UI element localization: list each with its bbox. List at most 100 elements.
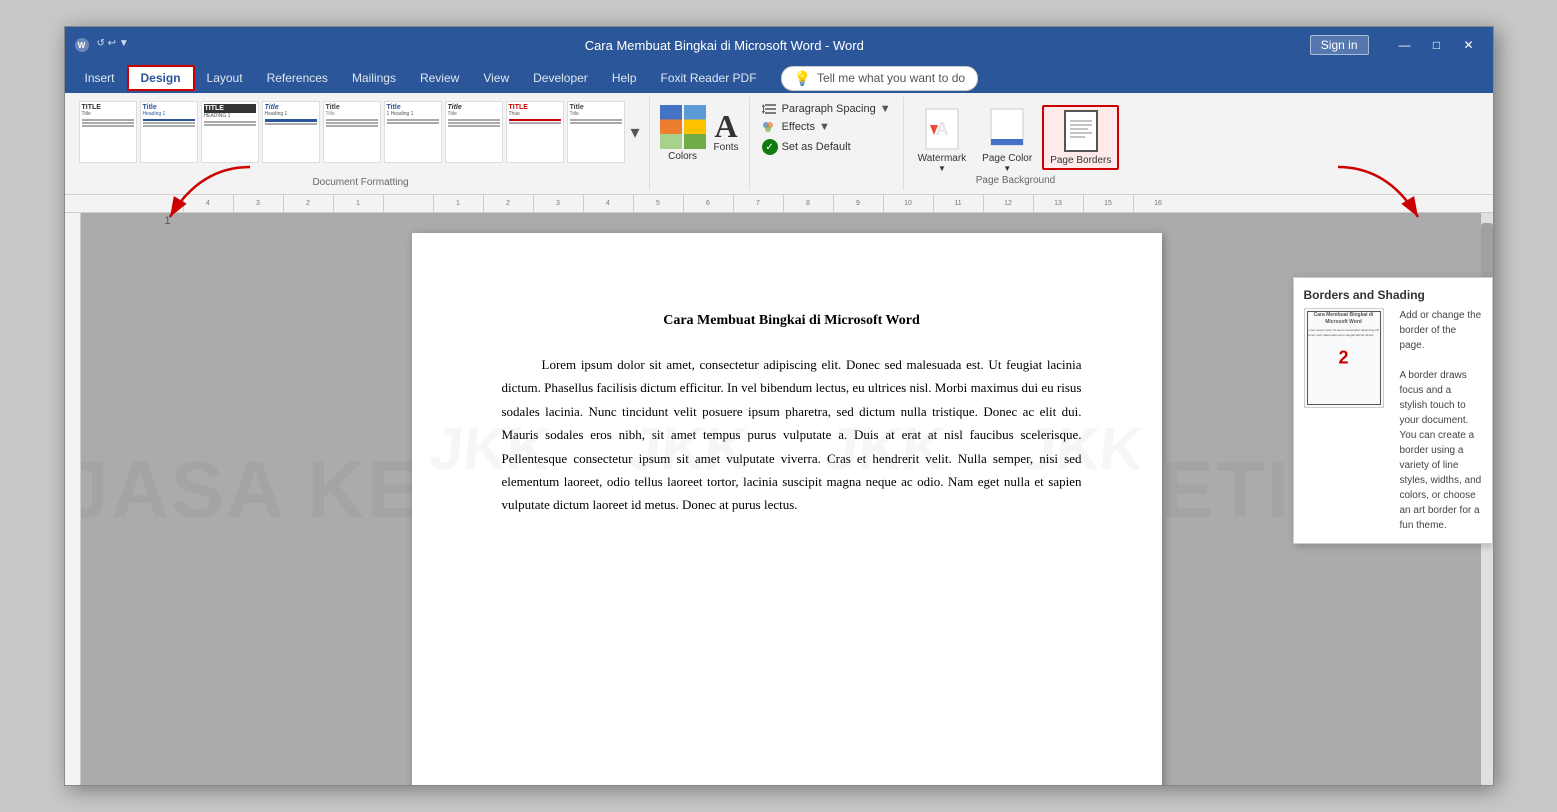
doc-area-inner: 4 3 2 1 1 2 3 4 5 6 7 8 9 10 11 12 <box>65 195 1493 785</box>
tooltip-number: 2 <box>1338 348 1348 369</box>
window-title: Cara Membuat Bingkai di Microsoft Word -… <box>139 38 1310 53</box>
effects-label: Effects <box>782 121 815 133</box>
color-swatch-2 <box>684 105 706 149</box>
theme-expand-button[interactable]: ▾ <box>628 122 643 143</box>
page-background-section: A Watermark ▼ Page Color ▼ <box>904 97 1128 190</box>
borders-shading-tooltip: Borders and Shading Cara Membuat Bingkai… <box>1293 277 1493 544</box>
tab-design[interactable]: Design <box>127 65 195 91</box>
maximize-button[interactable]: □ <box>1423 35 1451 55</box>
theme-item-9[interactable]: Title Title <box>567 101 625 163</box>
color-swatch-1 <box>660 105 682 149</box>
watermark-label: Watermark <box>918 153 967 164</box>
tooltip-title: Borders and Shading <box>1304 288 1482 302</box>
document-area: JASA KETIKIN.COM JASA KETIKIN.COM 4 3 2 … <box>65 195 1493 785</box>
theme-item-3[interactable]: TITLE HEADING 1 <box>201 101 259 163</box>
paragraph-spacing-label: Paragraph Spacing <box>782 103 876 115</box>
page-borders-button[interactable]: Page Borders <box>1042 105 1119 170</box>
horizontal-ruler: 4 3 2 1 1 2 3 4 5 6 7 8 9 10 11 12 <box>65 195 1493 213</box>
set-as-default-label: Set as Default <box>782 141 851 153</box>
ruler-mark-13r: 13 <box>1033 195 1083 213</box>
ruler-mark-12r: 12 <box>983 195 1033 213</box>
title-bar-controls: W ↺ ↩ ▼ <box>75 38 129 52</box>
paragraph-effects-section: Paragraph Spacing ▼ Effects ▼ ✓ Set as D… <box>750 97 904 190</box>
tooltip-description: Add or change the border of the page. A … <box>1400 308 1482 533</box>
tab-layout[interactable]: Layout <box>195 67 255 89</box>
theme-item-7[interactable]: Title Title <box>445 101 503 163</box>
tell-me-bar[interactable]: 💡 Tell me what you want to do <box>781 66 979 91</box>
tab-view[interactable]: View <box>471 67 521 89</box>
paragraph-spacing-button[interactable]: Paragraph Spacing ▼ <box>758 101 895 117</box>
colors-label: Colors <box>668 151 697 162</box>
page-background-label: Page Background <box>976 175 1056 186</box>
title-bar: W ↺ ↩ ▼ Cara Membuat Bingkai di Microsof… <box>65 27 1493 63</box>
theme-item-2[interactable]: Title Heading 1 <box>140 101 198 163</box>
theme-item-6[interactable]: Title 1 Heading 1 <box>384 101 442 163</box>
page-color-icon <box>989 107 1025 151</box>
fonts-icon: A <box>715 110 738 142</box>
tab-mailings[interactable]: Mailings <box>340 67 408 89</box>
content-with-ruler: 1 JKK JKK JKK JKK JKK JKK Cara Membuat B… <box>65 213 1493 785</box>
colors-button[interactable]: Colors <box>660 101 706 162</box>
ruler-mark-4r: 4 <box>583 195 633 213</box>
ruler-mark-2r: 2 <box>483 195 533 213</box>
watermark-button[interactable]: A Watermark ▼ <box>912 105 973 175</box>
ruler-mark-3: 3 <box>233 195 283 213</box>
tab-developer[interactable]: Developer <box>521 67 600 89</box>
ruler-mark-16r: 16 <box>1133 195 1183 213</box>
tab-insert[interactable]: Insert <box>73 67 127 89</box>
ruler-mark-11r: 11 <box>933 195 983 213</box>
set-as-default-button[interactable]: ✓ Set as Default <box>758 137 895 157</box>
page-color-label: Page Color <box>982 153 1032 164</box>
fonts-button[interactable]: A Fonts <box>714 110 739 153</box>
close-button[interactable]: ✕ <box>1455 35 1483 55</box>
document-formatting-section: TITLE Title Title Heading 1 TITLE HEADIN… <box>73 97 650 190</box>
page-borders-icon <box>1063 109 1099 153</box>
minimize-button[interactable]: — <box>1391 35 1419 55</box>
tab-help[interactable]: Help <box>600 67 649 89</box>
vertical-ruler <box>65 213 81 785</box>
lightbulb-icon: 💡 <box>794 70 811 87</box>
theme-item-1[interactable]: TITLE Title <box>79 101 137 163</box>
tab-references[interactable]: References <box>255 67 340 89</box>
svg-text:A: A <box>935 119 948 139</box>
ruler-mark-8r: 8 <box>783 195 833 213</box>
tooltip-content: Cara Membuat Bingkai di Microsoft Word L… <box>1304 308 1482 533</box>
sign-in-button[interactable]: Sign in <box>1310 35 1369 55</box>
ruler-mark-4: 4 <box>183 195 233 213</box>
ruler-mark-5r: 5 <box>633 195 683 213</box>
doc-scroll[interactable]: 1 JKK JKK JKK JKK JKK JKK Cara Membuat B… <box>81 213 1493 785</box>
ruler-mark-7r: 7 <box>733 195 783 213</box>
page-number: 1 <box>165 215 171 227</box>
theme-gallery: TITLE Title Title Heading 1 TITLE HEADIN… <box>79 97 643 167</box>
ruler-mark-6r: 6 <box>683 195 733 213</box>
colors-fonts-section: Colors A Fonts <box>650 97 750 190</box>
ribbon-tabs: Insert Design Layout References Mailings… <box>65 63 1493 93</box>
check-icon: ✓ <box>762 139 778 155</box>
document-formatting-label: Document Formatting <box>312 177 408 190</box>
theme-item-4[interactable]: Title Heading 1 <box>262 101 320 163</box>
fonts-label: Fonts <box>714 142 739 153</box>
tab-review[interactable]: Review <box>408 67 471 89</box>
tooltip-preview: Cara Membuat Bingkai di Microsoft Word L… <box>1304 308 1384 408</box>
ruler-mark-1r: 1 <box>433 195 483 213</box>
tooltip-desc-container: Add or change the border of the page. A … <box>1400 308 1482 533</box>
word-window: W ↺ ↩ ▼ Cara Membuat Bingkai di Microsof… <box>64 26 1494 786</box>
ruler-mark-1: 1 <box>333 195 383 213</box>
page-bg-buttons: A Watermark ▼ Page Color ▼ <box>912 101 1120 175</box>
doc-page[interactable]: JKK JKK JKK JKK JKK JKK Cara Membuat Bin… <box>412 233 1162 785</box>
quick-access[interactable]: ↺ ↩ ▼ <box>97 38 129 52</box>
document-body[interactable]: Lorem ipsum dolor sit amet, consectetur … <box>502 353 1082 517</box>
ruler-mark-0 <box>383 195 433 213</box>
ruler-mark-9r: 9 <box>833 195 883 213</box>
theme-item-8[interactable]: TITLE Thue <box>506 101 564 163</box>
watermark-arrow: ▼ <box>938 164 946 173</box>
tell-me-text: Tell me what you want to do <box>817 71 965 85</box>
ruler-marks: 4 3 2 1 1 2 3 4 5 6 7 8 9 10 11 12 <box>183 195 1183 213</box>
window-controls: — □ ✕ <box>1391 35 1483 55</box>
page-color-button[interactable]: Page Color ▼ <box>976 105 1038 175</box>
theme-item-5[interactable]: Title Title <box>323 101 381 163</box>
tab-foxit[interactable]: Foxit Reader PDF <box>649 67 769 89</box>
page-color-arrow: ▼ <box>1003 164 1011 173</box>
effects-button[interactable]: Effects ▼ <box>758 119 895 135</box>
scrollbar-thumb[interactable] <box>1481 223 1493 283</box>
